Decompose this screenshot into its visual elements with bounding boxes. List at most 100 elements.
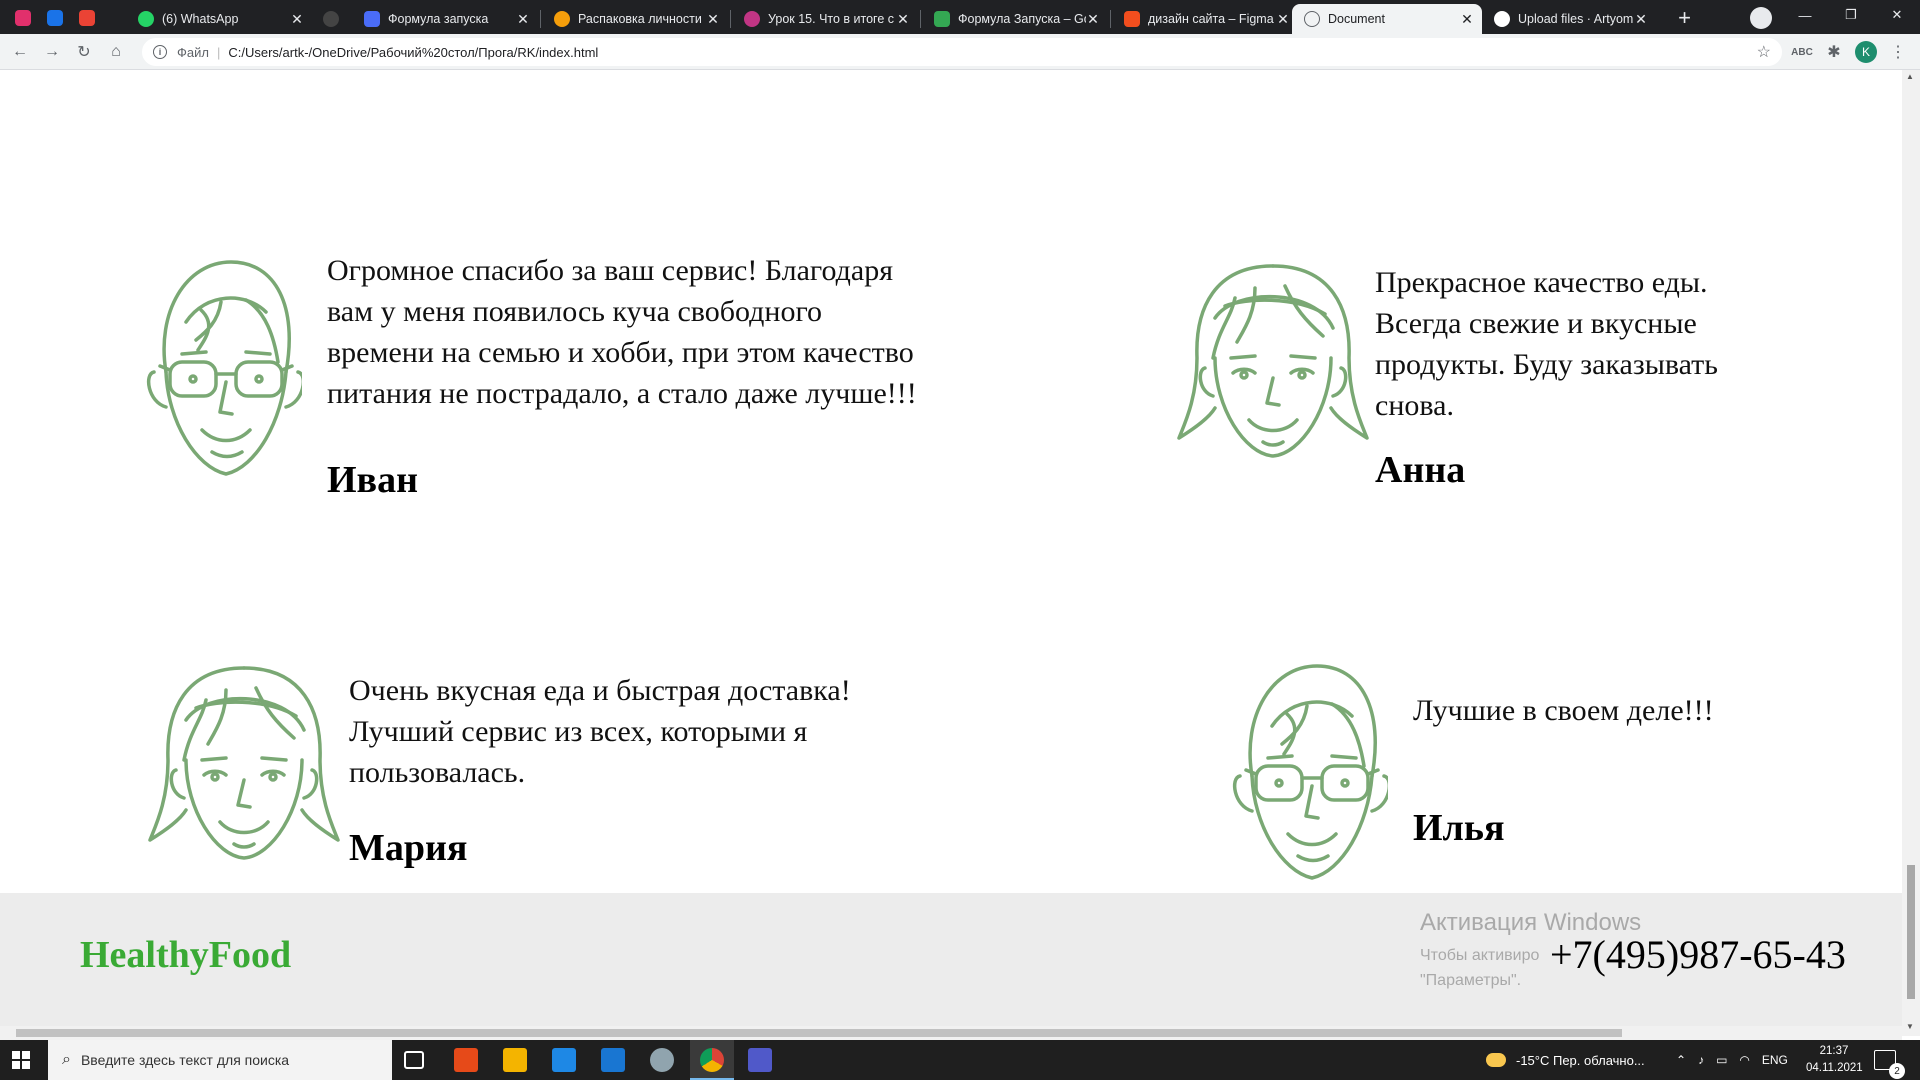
tab-figma[interactable]: дизайн сайта – Figma ✕ (1112, 4, 1298, 34)
system-tray-icons[interactable]: ⌃ ♪ ▭ ◠ ENG (1676, 1040, 1788, 1080)
search-placeholder: Введите здесь текст для поиска (80, 1052, 290, 1068)
tab-drive[interactable]: Формула Запуска – Go ✕ (922, 4, 1108, 34)
tab-search-button[interactable] (1744, 4, 1777, 32)
tab-separator (1110, 10, 1111, 28)
back-button[interactable]: ← (8, 40, 32, 64)
man-face-icon (1232, 664, 1388, 880)
review-text: Лучшие в своем деле!!! (1413, 694, 1714, 727)
puzzle-icon[interactable]: ✱ (1822, 40, 1846, 64)
speaker-icon[interactable]: ♪ (1698, 1053, 1704, 1067)
tab-generic[interactable] (316, 4, 346, 34)
pinned-tab-instagram[interactable] (6, 4, 39, 32)
profile-avatar[interactable]: K (1854, 40, 1878, 64)
start-button[interactable] (12, 1051, 30, 1069)
review-author: Иван (327, 459, 418, 501)
info-icon[interactable]: i (153, 45, 167, 59)
tab-search-icon (1749, 7, 1772, 29)
language-indicator[interactable]: ENG (1762, 1053, 1788, 1067)
review-text: Очень вкусная еда и быстрая доставка! Лу… (349, 674, 851, 789)
address-bar[interactable]: i Файл | C:/Users/artk-/OneDrive/Рабочий… (142, 38, 1782, 66)
divider: | (216, 44, 221, 60)
tab-separator (730, 10, 731, 28)
site-logo[interactable]: HealthyFood (80, 933, 291, 977)
task-view-icon[interactable] (404, 1051, 424, 1069)
teams-icon[interactable] (748, 1048, 772, 1072)
star-icon[interactable]: ☆ (1757, 42, 1771, 62)
close-icon[interactable]: ✕ (1086, 11, 1100, 28)
tab-title: Document (1328, 12, 1385, 26)
url-text[interactable]: C:/Users/artk-/OneDrive/Рабочий%20стол/П… (228, 45, 598, 60)
phone-number[interactable]: +7(495)987-65-43 (1550, 931, 1846, 978)
tab-strip: (6) WhatsApp ✕ Формула запуска ✕ Распаковк… (0, 0, 1920, 34)
instagram-icon (14, 10, 31, 26)
scheme-label: Файл (177, 44, 209, 60)
close-icon[interactable]: ✕ (1460, 11, 1474, 28)
woman-face-icon (1177, 264, 1369, 458)
tab-formula[interactable]: Формула запуска ✕ (352, 4, 538, 34)
review-author: Мария (349, 827, 468, 869)
app-icon[interactable] (650, 1048, 674, 1072)
new-tab-button[interactable]: + (1668, 4, 1701, 32)
woman-face-icon (148, 666, 340, 860)
time: 21:37 (1819, 1045, 1849, 1057)
man-face-icon (146, 260, 302, 476)
gmail-icon (78, 10, 95, 26)
horizontal-scroll-thumb[interactable] (16, 1029, 1622, 1037)
close-icon[interactable]: ✕ (1634, 11, 1648, 28)
page-viewport: Огромное спасибо за ваш сервис! Благодар… (0, 70, 1902, 1026)
chrome-icon (700, 1048, 724, 1072)
review-author: Илья (1413, 807, 1505, 849)
scroll-up-arrow[interactable]: ▲ (1906, 72, 1914, 81)
close-icon[interactable]: ✕ (706, 11, 720, 28)
store-icon[interactable] (552, 1048, 576, 1072)
file-explorer-icon[interactable] (503, 1048, 527, 1072)
minimize-button[interactable]: — (1782, 0, 1828, 30)
messenger-icon (46, 10, 63, 26)
generic-icon (323, 11, 339, 27)
tab-title: Формула Запуска – Go (958, 12, 1086, 26)
close-icon[interactable]: ✕ (290, 11, 304, 28)
office-icon[interactable] (454, 1048, 478, 1072)
tab-separator (920, 10, 921, 28)
tab-separator (540, 10, 541, 28)
chevron-up-icon[interactable]: ⌃ (1676, 1053, 1686, 1067)
tab-title: Распаковка личности (578, 12, 702, 26)
horizontal-scrollbar[interactable] (0, 1026, 1902, 1040)
tab-whatsapp[interactable]: (6) WhatsApp ✕ (126, 4, 312, 34)
menu-icon[interactable]: ⋮ (1886, 40, 1910, 64)
review-text: Огромное спасибо за ваш сервис! Благодар… (327, 254, 917, 410)
chrome-taskbar-button[interactable] (690, 1040, 734, 1080)
battery-icon[interactable]: ▭ (1716, 1053, 1727, 1067)
vertical-scroll-thumb[interactable] (1907, 865, 1915, 999)
tab-title: Upload files · ArtyomK (1518, 12, 1634, 26)
forward-button[interactable]: → (40, 40, 64, 64)
browser-toolbar: ← → ↻ ⌂ i Файл | C:/Users/artk-/OneDrive… (0, 34, 1920, 70)
vertical-scrollbar[interactable]: ▲ ▼ (1902, 70, 1920, 1036)
tab-lesson[interactable]: Урок 15. Что в итоге с ✕ (732, 4, 918, 34)
windows-taskbar: ⌕ Введите здесь текст для поиска -15°C П… (0, 1040, 1920, 1080)
pinned-tab-gmail[interactable] (70, 4, 103, 32)
close-icon[interactable]: ✕ (1276, 11, 1290, 28)
tab-unpacking[interactable]: Распаковка личности ✕ (542, 4, 728, 34)
globe-icon (1304, 11, 1320, 27)
close-icon[interactable]: ✕ (516, 11, 530, 28)
close-icon[interactable]: ✕ (896, 11, 910, 28)
home-button[interactable]: ⌂ (104, 40, 128, 64)
notification-count: 2 (1889, 1063, 1905, 1079)
instagram-icon (744, 11, 760, 27)
pinned-tab-messenger[interactable] (38, 4, 71, 32)
extension-button[interactable]: ABC (1790, 40, 1814, 64)
close-window-button[interactable]: ✕ (1874, 0, 1920, 30)
tab-github[interactable]: Upload files · ArtyomK ✕ (1482, 4, 1656, 34)
notification-icon[interactable]: 2 (1874, 1050, 1905, 1079)
wifi-icon[interactable]: ◠ (1739, 1053, 1749, 1067)
taskbar-search-box[interactable]: ⌕ Введите здесь текст для поиска (48, 1040, 392, 1080)
tab-document[interactable]: Document ✕ (1292, 4, 1482, 34)
scroll-down-arrow[interactable]: ▼ (1906, 1022, 1914, 1031)
tab-title: Формула запуска (388, 12, 489, 26)
reload-button[interactable]: ↻ (72, 40, 96, 64)
mail-icon[interactable] (601, 1048, 625, 1072)
weather-widget[interactable]: -15°C Пер. облачно... (1486, 1040, 1645, 1080)
restore-button[interactable]: ❐ (1828, 0, 1874, 30)
clock[interactable]: 21:37 04.11.2021 (1806, 1043, 1863, 1077)
